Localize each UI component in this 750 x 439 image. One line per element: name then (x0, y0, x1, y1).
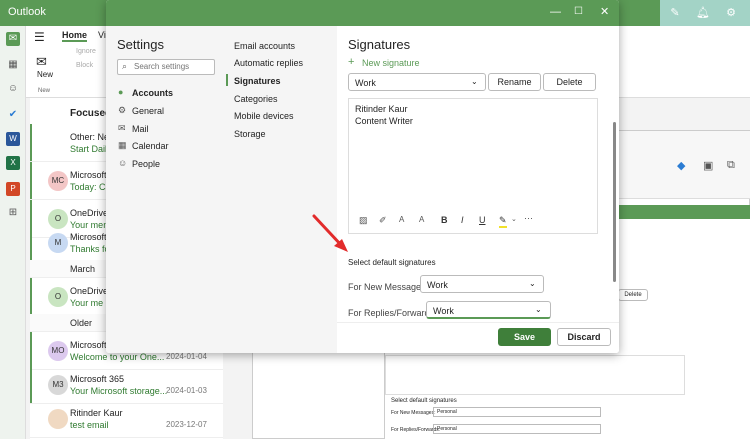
settings-dialog: — ☐ ✕ Settings ⌕ ● Accounts ⚙ General ✉ … (106, 0, 619, 353)
annotation-arrow (312, 214, 348, 252)
new-messages-label: For New Messages: (348, 282, 429, 292)
maximize-icon[interactable]: ☐ (574, 6, 583, 17)
subnav-storage[interactable]: Storage (234, 129, 266, 139)
minimize-icon[interactable]: — (550, 6, 561, 18)
nav-accounts[interactable]: Accounts (132, 88, 173, 98)
replies-label: For Replies/Forwards: (348, 308, 437, 318)
bg-delete-button[interactable]: Delete (618, 289, 648, 301)
signature-line-1: Ritinder Kaur (355, 104, 408, 114)
chevron-down-icon: ⌄ (535, 305, 542, 314)
save-button[interactable]: Save (498, 328, 551, 346)
subnav-mobile-devices[interactable]: Mobile devices (234, 111, 294, 121)
save-icon[interactable]: ▣ (703, 159, 713, 172)
whiteboard-icon[interactable]: ✎ (668, 6, 682, 20)
discard-button[interactable]: Discard (557, 328, 611, 346)
app-rail: ✉ ▦ ☺ ✔ W X P ⊞ (0, 26, 26, 439)
new-button[interactable]: New (37, 70, 53, 79)
format-painter-icon[interactable]: ✐ (379, 215, 387, 226)
selection-indicator (226, 74, 228, 86)
gear-icon[interactable]: ⚙ (724, 6, 738, 20)
hamburger-icon[interactable]: ☰ (34, 30, 45, 44)
avatar-photo (48, 409, 68, 429)
default-signatures-heading: Select default signatures (348, 258, 436, 267)
settings-subnav: Email accounts Automatic replies Signatu… (222, 26, 337, 353)
nav-people[interactable]: People (132, 159, 160, 169)
signature-select[interactable]: Work ⌄ (348, 73, 486, 91)
font-grow-icon[interactable]: A (419, 215, 424, 224)
signatures-panel: Signatures + New signature Work ⌄ Rename… (337, 26, 619, 353)
font-size-icon[interactable]: A (399, 215, 404, 224)
todo-icon[interactable]: ✔ (6, 108, 20, 122)
new-signature-button[interactable]: New signature (362, 58, 420, 68)
signature-editor[interactable]: Ritinder Kaur Content Writer ▨ ✐ A A B I… (348, 98, 598, 234)
chevron-down-icon: ⌄ (529, 279, 536, 288)
search-input[interactable] (134, 62, 212, 71)
subnav-signatures[interactable]: Signatures (234, 76, 281, 86)
delete-button[interactable]: Delete (543, 73, 596, 91)
ignore-button[interactable]: Ignore (76, 48, 96, 55)
dialog-title-bar: — ☐ ✕ (106, 0, 619, 26)
settings-nav: Settings ⌕ ● Accounts ⚙ General ✉ Mail ▦… (106, 26, 222, 353)
signature-line-2: Content Writer (355, 116, 413, 126)
search-icon: ⌕ (122, 61, 128, 71)
avatar: M3 (48, 375, 68, 395)
powerpoint-icon[interactable]: P (6, 182, 20, 196)
image-icon[interactable]: ▨ (359, 215, 368, 226)
subnav-categories[interactable]: Categories (234, 94, 278, 104)
chevron-down-icon: ⌄ (471, 77, 478, 86)
focused-tab[interactable]: Focused (70, 108, 111, 119)
gear-icon: ⚙ (118, 105, 127, 115)
new-mail-icon[interactable]: ✉ (36, 54, 47, 70)
chevron-down-icon[interactable]: ⌄ (511, 215, 517, 223)
subnav-email-accounts[interactable]: Email accounts (234, 41, 295, 51)
bg-new-messages-select[interactable]: Personal (433, 407, 601, 417)
popout-icon[interactable]: ⧉ (727, 159, 735, 172)
search-settings-box[interactable]: ⌕ (117, 59, 215, 75)
apps-icon[interactable]: ⊞ (6, 206, 20, 220)
replies-select[interactable]: Work ⌄ (426, 301, 551, 319)
bold-icon[interactable]: B (441, 215, 448, 225)
people-icon[interactable]: ☺ (6, 82, 20, 96)
bg-new-messages-label: For New Messages: (391, 410, 436, 416)
calendar-icon: ▦ (118, 140, 127, 150)
new-messages-select[interactable]: Work ⌄ (420, 275, 544, 293)
close-icon[interactable]: ✕ (600, 5, 609, 18)
subnav-automatic-replies[interactable]: Automatic replies (234, 58, 303, 68)
mail-icon[interactable]: ✉ (6, 32, 20, 46)
nav-calendar[interactable]: Calendar (132, 141, 169, 151)
italic-icon[interactable]: I (461, 215, 464, 225)
nav-general[interactable]: General (132, 106, 164, 116)
bell-icon[interactable]: 🔔︎ (696, 6, 710, 20)
underline-icon[interactable]: U (479, 215, 486, 225)
bg-replies-select[interactable]: Personal (433, 424, 601, 434)
mail-icon: ✉ (118, 123, 126, 133)
tab-home[interactable]: Home (62, 30, 88, 42)
bg-default-heading: Select default signatures (391, 398, 457, 404)
nav-mail[interactable]: Mail (132, 124, 149, 134)
avatar: MC (48, 171, 68, 191)
highlight-icon[interactable]: ✎ (499, 215, 507, 228)
new-group-label: New (38, 88, 51, 94)
avatar: O (48, 287, 68, 307)
list-item[interactable]: Ritinder Kaur test email 2023-12-07 (30, 400, 223, 438)
block-button[interactable]: Block (76, 62, 93, 69)
person-icon: ● (118, 87, 124, 97)
tab-view[interactable]: Vi (98, 30, 106, 40)
title-bar-actions: ✎ 🔔︎ ⚙ (660, 0, 750, 26)
calendar-icon[interactable]: ▦ (6, 58, 20, 72)
people-icon: ☺ (118, 158, 128, 168)
more-icon[interactable]: ⋯ (524, 213, 533, 224)
avatar: M (48, 233, 68, 253)
plus-icon: + (348, 56, 355, 68)
panel-heading: Signatures (348, 37, 411, 52)
avatar: MO (48, 341, 68, 361)
word-icon[interactable]: W (6, 132, 20, 146)
list-item[interactable]: M3 Microsoft 365 Your Microsoft storage..… (30, 366, 223, 404)
rename-button[interactable]: Rename (488, 73, 541, 91)
excel-icon[interactable]: X (6, 156, 20, 170)
copilot-icon[interactable]: ◆ (677, 159, 685, 172)
settings-title: Settings (117, 37, 164, 52)
scrollbar[interactable] (613, 122, 616, 282)
app-title: Outlook (8, 6, 46, 18)
